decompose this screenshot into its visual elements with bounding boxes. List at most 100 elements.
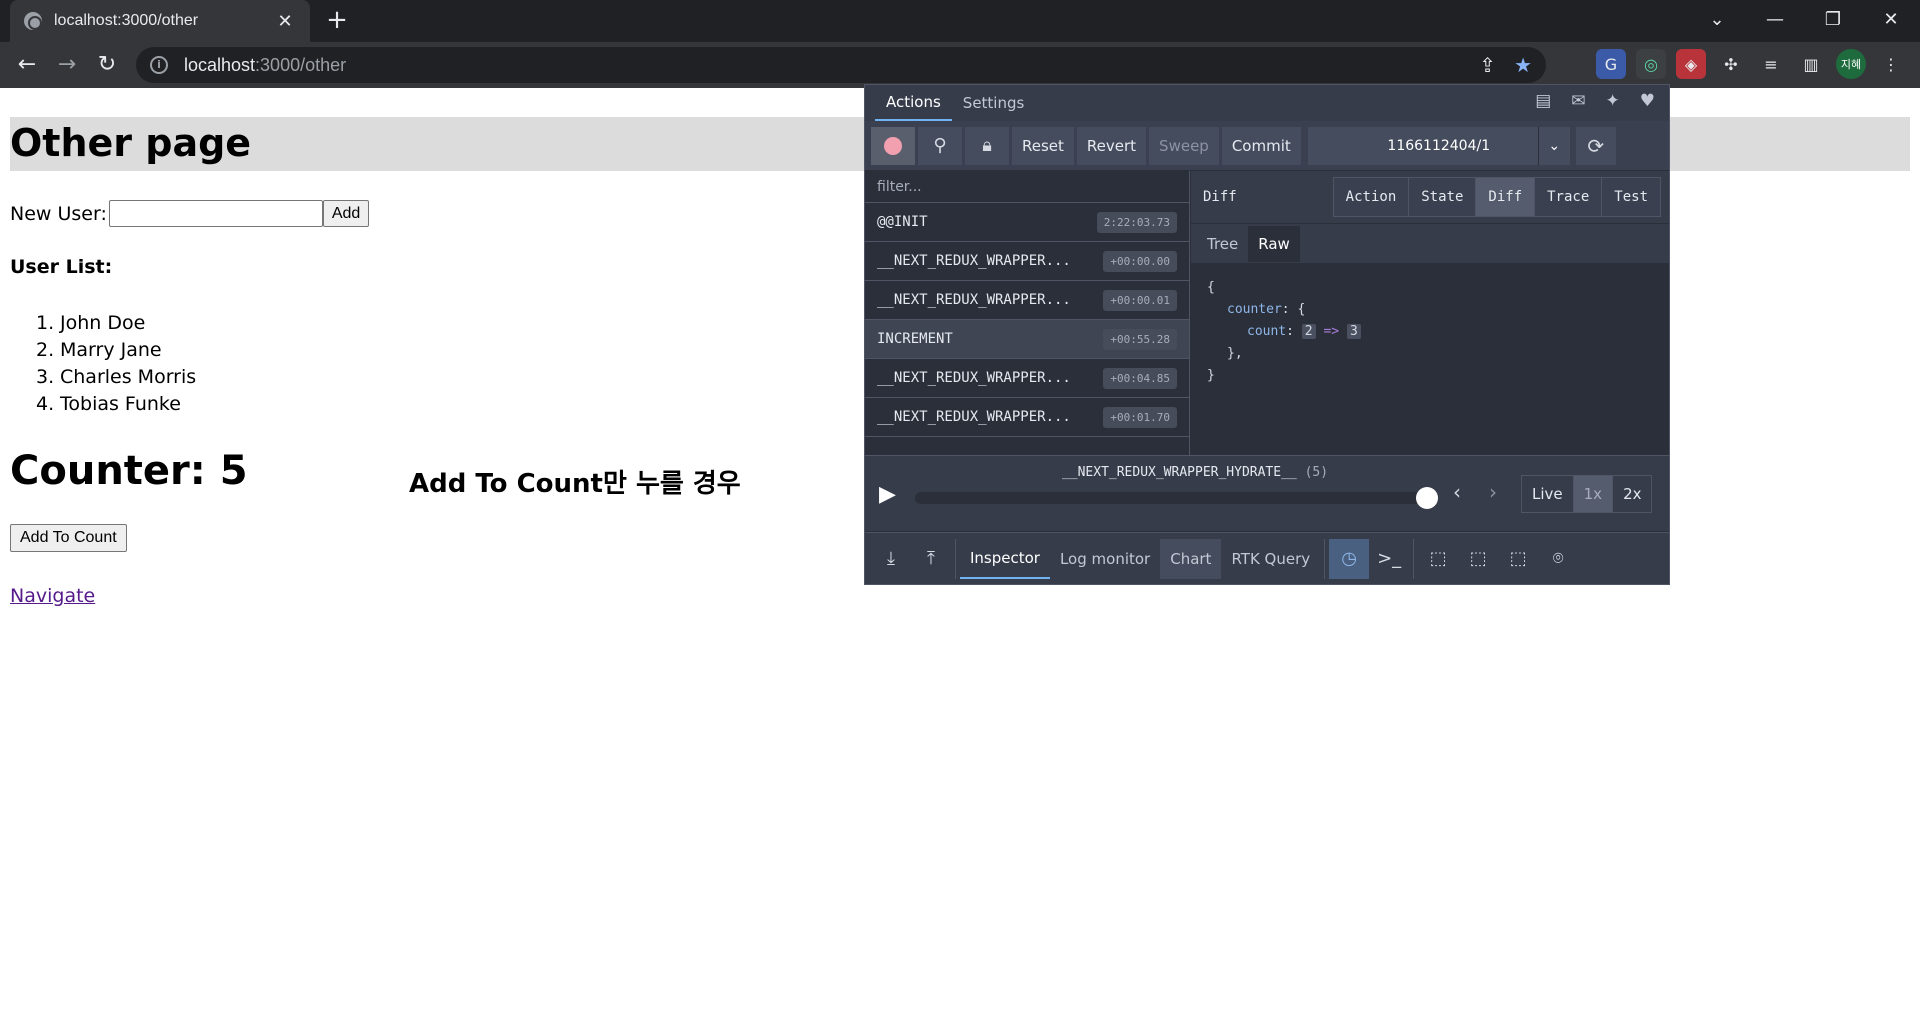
speed-selector: Live 1x 2x xyxy=(1521,475,1653,513)
slider-thumb[interactable] xyxy=(1416,487,1438,509)
devtools-bottom-bar: ⤓ ⤒ Inspector Log monitor Chart RTK Quer… xyxy=(865,532,1669,584)
info-icon[interactable]: i xyxy=(150,56,168,74)
diff-label: Diff xyxy=(1203,189,1237,205)
tab-chart[interactable]: Chart xyxy=(1160,538,1222,579)
tab-action[interactable]: Action xyxy=(1333,178,1410,216)
feedback-icon[interactable]: ✉ xyxy=(1571,91,1585,111)
add-to-count-button[interactable]: Add To Count xyxy=(10,524,127,552)
revert-button[interactable]: Revert xyxy=(1076,126,1147,165)
instance-select[interactable]: 1166112404/1 ⌄ xyxy=(1307,126,1570,165)
record-icon xyxy=(884,136,902,155)
action-row[interactable]: @@INIT 2:22:03.73 xyxy=(865,203,1189,242)
action-row[interactable]: __NEXT_REDUX_WRAPPER... +00:01.70 xyxy=(865,398,1189,437)
redux-extension-icon[interactable]: ◈ xyxy=(1676,49,1706,79)
avatar[interactable]: 지혜 xyxy=(1836,49,1866,79)
sync-icon[interactable]: ⟳ xyxy=(1575,126,1616,165)
annotation-text: Add To Count만 누를 경우 xyxy=(409,469,741,499)
chevron-left-icon[interactable]: ‹ xyxy=(1443,480,1471,510)
sweep-button[interactable]: Sweep xyxy=(1149,126,1219,165)
speed-1x[interactable]: 1x xyxy=(1573,476,1614,512)
diff-key: count xyxy=(1247,324,1287,339)
bookmark-star-icon[interactable]: ★ xyxy=(1514,53,1532,77)
action-row[interactable]: __NEXT_REDUX_WRAPPER... +00:00.00 xyxy=(865,242,1189,281)
redux-devtools-panel: Actions Settings ▤ ✉ ✦ ♥ ⚲ 🔒︎ Reset Reve… xyxy=(864,84,1670,585)
minimize-icon[interactable]: — xyxy=(1746,0,1804,38)
dock-bottom-icon[interactable]: ⬚ xyxy=(1498,539,1538,579)
heart-icon[interactable]: ♥ xyxy=(1640,91,1655,111)
tab-actions[interactable]: Actions xyxy=(875,85,952,121)
speed-2x[interactable]: 2x xyxy=(1613,476,1651,512)
lock-icon[interactable]: 🔒︎ xyxy=(965,126,1009,165)
tab-state[interactable]: State xyxy=(1409,178,1477,216)
diff-pane: Diff Action State Diff Trace Test Tree R… xyxy=(1191,171,1669,455)
page-title: Other page xyxy=(10,121,252,165)
slider-label: __NEXT_REDUX_WRAPPER_HYDRATE__ (5) xyxy=(1061,465,1329,480)
forward-icon[interactable]: → xyxy=(52,50,82,80)
reset-button[interactable]: Reset xyxy=(1012,126,1074,165)
new-tab-button[interactable]: + xyxy=(323,7,351,35)
tab-log-monitor[interactable]: Log monitor xyxy=(1050,539,1160,579)
action-timestamp: +00:01.70 xyxy=(1103,406,1177,428)
slider-track[interactable] xyxy=(915,487,1438,509)
tab-inspector[interactable]: Inspector xyxy=(960,539,1050,579)
browser-tab[interactable]: localhost:3000/other ✕ xyxy=(10,0,310,42)
menu-icon[interactable]: ⋮ xyxy=(1876,49,1906,79)
translate-extension-icon[interactable]: G xyxy=(1596,49,1626,79)
instance-value: 1166112404/1 xyxy=(1387,137,1491,154)
speed-live[interactable]: Live xyxy=(1522,476,1574,512)
counter-heading: Counter: 5 xyxy=(10,448,248,494)
side-panel-icon[interactable]: ▥ xyxy=(1796,49,1826,79)
tab-test[interactable]: Test xyxy=(1602,178,1660,216)
share-icon[interactable]: ⇪ xyxy=(1479,53,1496,77)
tab-title: localhost:3000/other xyxy=(54,12,199,29)
dock-left-icon[interactable]: ⬚ xyxy=(1418,539,1458,579)
terminal-icon[interactable]: >_ xyxy=(1369,539,1409,579)
docs-icon[interactable]: ▤ xyxy=(1535,91,1551,111)
tab-rtk-query[interactable]: RTK Query xyxy=(1221,539,1320,579)
chevron-down-icon[interactable]: ⌄ xyxy=(1537,126,1570,165)
filter-input[interactable]: filter... xyxy=(865,171,1189,203)
tab-tree[interactable]: Tree xyxy=(1197,226,1248,262)
export-icon[interactable]: ⤒ xyxy=(911,539,951,579)
tab-diff[interactable]: Diff xyxy=(1476,178,1536,216)
action-timestamp: +00:55.28 xyxy=(1103,328,1177,350)
list-item: 1. John Doe xyxy=(36,312,146,334)
reload-icon[interactable]: ↻ xyxy=(92,50,122,80)
remote-icon[interactable]: ⌾ xyxy=(1538,539,1578,579)
tab-trace[interactable]: Trace xyxy=(1535,178,1603,216)
devtools-tabs: Actions Settings ▤ ✉ ✦ ♥ xyxy=(865,85,1669,121)
action-row-selected[interactable]: INCREMENT +00:55.28 xyxy=(865,320,1189,359)
new-user-label: New User: xyxy=(10,202,107,225)
tab-search-icon[interactable]: ⌄ xyxy=(1688,0,1746,38)
add-user-button[interactable]: Add xyxy=(322,200,370,227)
commit-button[interactable]: Commit xyxy=(1221,126,1301,165)
import-icon[interactable]: ⤓ xyxy=(871,539,911,579)
diff-key: counter xyxy=(1227,302,1282,317)
action-row[interactable]: __NEXT_REDUX_WRAPPER... +00:04.85 xyxy=(865,359,1189,398)
diff-subtabs: Tree Raw xyxy=(1191,223,1669,263)
browser-tabstrip: localhost:3000/other ✕ + ⌄ — ❐ ✕ xyxy=(0,0,1920,42)
action-row[interactable]: __NEXT_REDUX_WRAPPER... +00:00.01 xyxy=(865,281,1189,320)
reading-list-icon[interactable]: ≡ xyxy=(1756,49,1786,79)
devtools-extension-icon[interactable]: ◎ xyxy=(1636,49,1666,79)
puzzle-icon[interactable]: ✣ xyxy=(1716,49,1746,79)
browser-toolbar: ← → ↻ i localhost:3000/other ⇪ ★ G ◎ ◈ ✣… xyxy=(0,42,1920,88)
close-window-icon[interactable]: ✕ xyxy=(1862,0,1920,38)
list-item: 2. Marry Jane xyxy=(36,339,162,361)
pin-icon[interactable]: ⚲ xyxy=(918,126,962,165)
dock-right-icon[interactable]: ⬚ xyxy=(1458,539,1498,579)
twitter-icon[interactable]: ✦ xyxy=(1606,91,1620,111)
diff-code: { counter: { count: 2 => 3 }, } xyxy=(1191,263,1669,401)
new-user-input[interactable] xyxy=(108,200,323,227)
restore-icon[interactable]: ❐ xyxy=(1804,0,1862,38)
back-icon[interactable]: ← xyxy=(12,50,42,80)
tab-settings[interactable]: Settings xyxy=(952,85,1036,121)
tab-raw[interactable]: Raw xyxy=(1248,225,1300,262)
address-bar[interactable]: i localhost:3000/other ⇪ ★ xyxy=(136,47,1546,83)
chevron-right-icon[interactable]: › xyxy=(1479,480,1507,510)
play-icon[interactable]: ▶ xyxy=(879,482,903,510)
record-button[interactable] xyxy=(871,126,915,165)
timer-icon[interactable]: ◷ xyxy=(1329,538,1370,579)
navigate-link[interactable]: Navigate xyxy=(10,585,95,607)
close-icon[interactable]: ✕ xyxy=(274,11,296,32)
